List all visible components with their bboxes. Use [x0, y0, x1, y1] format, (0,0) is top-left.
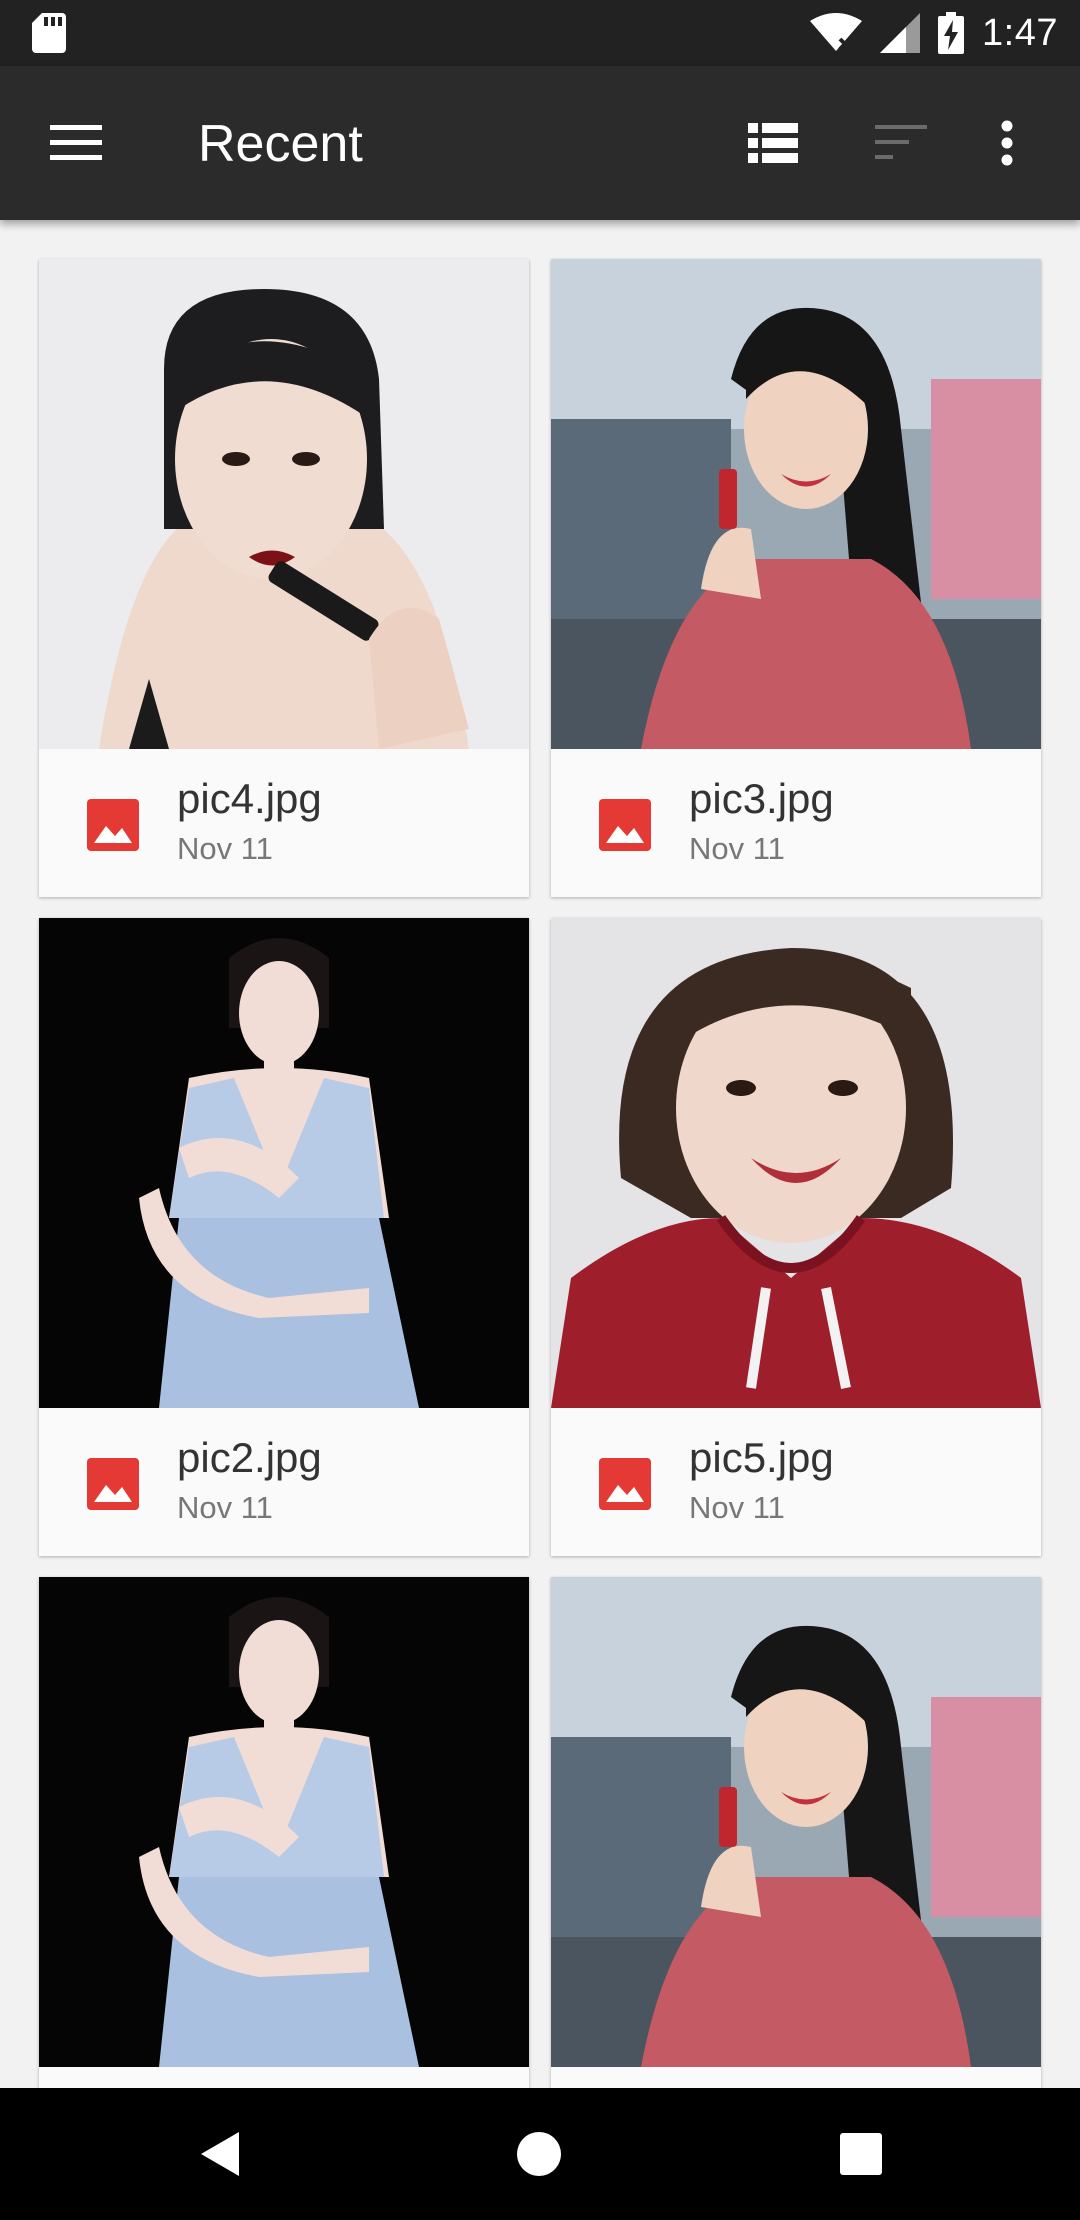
home-button[interactable] — [503, 2118, 575, 2190]
more-options-button[interactable] — [982, 110, 1032, 176]
thumbnail-image — [551, 1577, 1041, 2067]
file-card[interactable]: pic4.jpg Nov 11 — [39, 259, 529, 897]
more-vert-icon — [1001, 120, 1013, 166]
file-date: Nov 11 — [689, 1490, 785, 1525]
file-name: pic4.jpg — [177, 775, 322, 822]
thumbnail-image — [551, 259, 1041, 749]
file-card[interactable] — [39, 1577, 529, 2088]
battery-charging-icon — [938, 12, 965, 54]
file-card[interactable] — [551, 1577, 1041, 2088]
file-meta: pic2.jpg Nov 11 — [39, 1408, 529, 1556]
status-time: 1:47 — [982, 11, 1058, 54]
thumbnail-image — [39, 259, 529, 749]
page-title: Recent — [198, 115, 363, 173]
file-card[interactable]: pic3.jpg Nov 11 — [551, 259, 1041, 897]
file-meta: pic4.jpg Nov 11 — [39, 749, 529, 897]
recents-icon — [840, 2133, 882, 2175]
sd-card-icon — [32, 13, 66, 53]
menu-icon — [50, 125, 102, 160]
home-icon — [517, 2132, 561, 2176]
menu-button[interactable] — [36, 110, 116, 176]
sort-button[interactable] — [868, 110, 934, 176]
file-date: Nov 11 — [177, 831, 273, 866]
thumbnail-image — [551, 918, 1041, 1408]
list-view-icon — [748, 123, 798, 163]
recent-files-grid: pic4.jpg Nov 11 pic3.jpg Nov 11 pic2.jpg… — [0, 220, 1080, 2088]
image-icon — [599, 799, 651, 851]
recents-button[interactable] — [825, 2118, 897, 2190]
file-name: pic3.jpg — [689, 775, 834, 822]
file-name: pic2.jpg — [177, 1434, 322, 1481]
wifi-icon — [810, 13, 863, 51]
file-meta: pic5.jpg Nov 11 — [551, 1408, 1041, 1556]
list-view-button[interactable] — [740, 110, 806, 176]
file-date: Nov 11 — [177, 1490, 273, 1525]
file-date: Nov 11 — [689, 831, 785, 866]
thumbnail-image — [39, 918, 529, 1408]
status-bar: 1:47 — [0, 0, 1080, 66]
toolbar: Recent — [0, 66, 1080, 220]
file-card[interactable]: pic2.jpg Nov 11 — [39, 918, 529, 1556]
file-meta: pic3.jpg Nov 11 — [551, 749, 1041, 897]
back-icon — [201, 2132, 239, 2176]
image-icon — [87, 1458, 139, 1510]
file-name: pic5.jpg — [689, 1434, 834, 1481]
signal-icon — [880, 13, 921, 53]
sort-icon — [875, 125, 927, 159]
file-meta — [39, 2067, 529, 2088]
file-meta — [551, 2067, 1041, 2088]
thumbnail-image — [39, 1577, 529, 2067]
image-icon — [599, 1458, 651, 1510]
screen: 1:47 Recent pic4.jpg Nov 11 pic3.jpg Nov… — [0, 0, 1080, 2220]
back-button[interactable] — [183, 2118, 255, 2190]
image-icon — [87, 799, 139, 851]
file-card[interactable]: pic5.jpg Nov 11 — [551, 918, 1041, 1556]
navigation-bar — [0, 2088, 1080, 2220]
